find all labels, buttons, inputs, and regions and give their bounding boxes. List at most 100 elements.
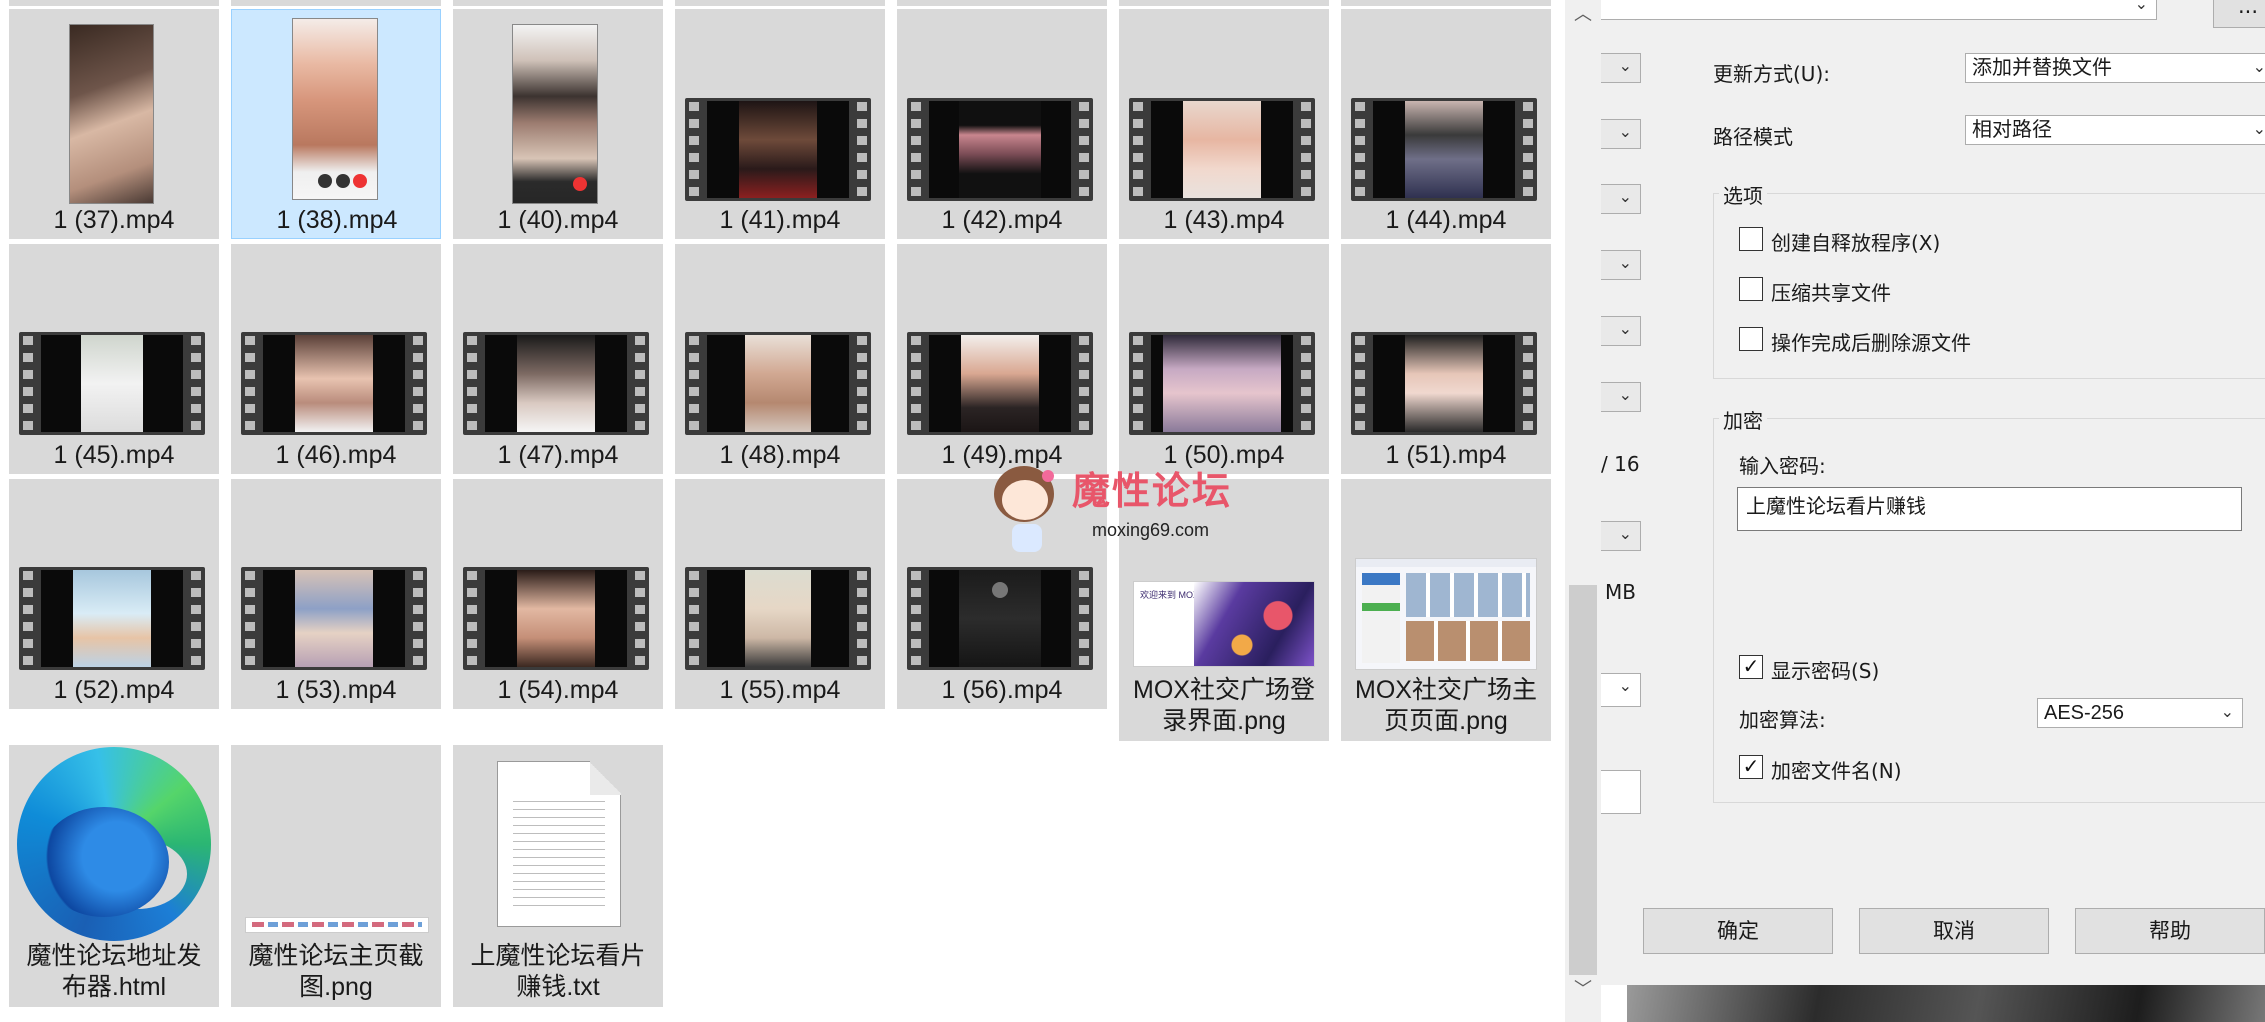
archive-name-combo[interactable]: ⌄ bbox=[1601, 0, 2157, 20]
encrypt-names-label[interactable]: 加密文件名(N) bbox=[1771, 755, 1902, 784]
chevron-down-icon: ⌄ bbox=[1618, 255, 1632, 272]
file-tile[interactable]: 1 (48).mp4 bbox=[675, 244, 885, 474]
cancel-button[interactable]: 取消 bbox=[1859, 908, 2049, 954]
file-name: 1 (53).mp4 bbox=[275, 676, 397, 704]
file-tile[interactable]: 1 (46).mp4 bbox=[231, 244, 441, 474]
file-name: 1 (51).mp4 bbox=[1385, 441, 1507, 469]
help-button[interactable]: 帮助 bbox=[2075, 908, 2265, 954]
file-tile[interactable]: 1 (55).mp4 bbox=[675, 479, 885, 709]
file-name: 1 (47).mp4 bbox=[497, 441, 619, 469]
volume-unit: MB bbox=[1605, 580, 1636, 604]
delete-source-checkbox[interactable] bbox=[1739, 327, 1763, 351]
chevron-down-icon: ⌄ bbox=[1618, 124, 1632, 141]
archive-dialog: ⌄ ... ⌄ ⌄ ⌄ ⌄ ⌄ ⌄ / 16 ⌄ MB ⌄ 更新方式(U): 添… bbox=[1601, 0, 2265, 985]
chevron-down-icon: ⌄ bbox=[1618, 189, 1632, 206]
desktop-background bbox=[1627, 985, 2265, 1022]
file-tile[interactable]: 上魔性论坛看片 赚钱.txt bbox=[453, 745, 663, 1007]
file-tile[interactable]: 1 (42).mp4 bbox=[897, 9, 1107, 239]
show-password-checkbox[interactable]: ✓ bbox=[1739, 655, 1763, 679]
encrypt-names-checkbox[interactable]: ✓ bbox=[1739, 755, 1763, 779]
left-combo[interactable]: ⌄ bbox=[1601, 316, 1641, 346]
file-name: 1 (50).mp4 bbox=[1163, 441, 1285, 469]
file-tile[interactable]: 1 (37).mp4 bbox=[9, 9, 219, 239]
image-thumbnail bbox=[245, 917, 429, 933]
password-input[interactable]: 上魔性论坛看片赚钱 bbox=[1737, 487, 2242, 531]
file-tile[interactable]: 欢迎来到 MOX MOX社交广场登 录界面.png bbox=[1119, 479, 1329, 741]
show-password-label[interactable]: 显示密码(S) bbox=[1771, 655, 1879, 684]
file-tile[interactable]: 1 (45).mp4 bbox=[9, 244, 219, 474]
path-mode-value: 相对路径 bbox=[1972, 119, 2052, 141]
file-tile[interactable]: 1 (49).mp4 bbox=[897, 244, 1107, 474]
file-tile[interactable]: 1 (41).mp4 bbox=[675, 9, 885, 239]
file-name: 上魔性论坛看片 赚钱.txt bbox=[470, 942, 646, 1001]
update-mode-select[interactable]: 添加并替换文件 ⌄ bbox=[1965, 53, 2265, 83]
file-tile[interactable]: 1 (47).mp4 bbox=[453, 244, 663, 474]
shared-checkbox[interactable] bbox=[1739, 277, 1763, 301]
file-explorer[interactable]: 1 (37).mp4 1 (38).mp4 1 (40).mp4 1 (41).… bbox=[0, 0, 1565, 1022]
call-end-icon bbox=[573, 177, 587, 191]
file-tile[interactable]: 1 (40).mp4 bbox=[453, 9, 663, 239]
banner-text: 欢迎来到 MOX bbox=[1140, 590, 1200, 600]
file-name: 1 (55).mp4 bbox=[719, 676, 841, 704]
left-combo[interactable]: ⌄ bbox=[1601, 119, 1641, 149]
encryption-title: 加密 bbox=[1719, 405, 1767, 434]
file-name: 1 (48).mp4 bbox=[719, 441, 841, 469]
password-label: 输入密码: bbox=[1739, 454, 1826, 478]
file-tile[interactable]: 1 (54).mp4 bbox=[453, 479, 663, 709]
file-tile[interactable]: 1 (53).mp4 bbox=[231, 479, 441, 709]
video-thumbnail bbox=[1351, 98, 1537, 201]
vertical-scrollbar[interactable]: ︿ ﹀ bbox=[1565, 0, 1601, 1022]
left-combo[interactable]: ⌄ bbox=[1601, 382, 1641, 412]
file-name: 1 (54).mp4 bbox=[497, 676, 619, 704]
shared-label[interactable]: 压缩共享文件 bbox=[1771, 277, 1891, 306]
file-name: 1 (45).mp4 bbox=[53, 441, 175, 469]
previous-row-edge bbox=[0, 0, 1551, 6]
left-combo[interactable]: ⌄ bbox=[1601, 184, 1641, 214]
file-tile[interactable]: 1 (52).mp4 bbox=[9, 479, 219, 709]
file-tile[interactable]: 1 (43).mp4 bbox=[1119, 9, 1329, 239]
video-thumbnail bbox=[907, 332, 1093, 435]
left-combo[interactable]: ⌄ bbox=[1601, 53, 1641, 83]
scroll-up-icon[interactable]: ︿ bbox=[1565, 0, 1601, 28]
file-name: MOX社交广场登 录界面.png bbox=[1133, 676, 1315, 735]
file-tile[interactable]: 魔性论坛主页截 图.png bbox=[231, 745, 441, 1007]
chevron-down-icon[interactable]: ⌄ bbox=[2135, 0, 2148, 19]
browse-button[interactable]: ... bbox=[2213, 0, 2265, 28]
sfx-label[interactable]: 创建自释放程序(X) bbox=[1771, 227, 1940, 256]
file-tile[interactable]: MOX社交广场主 页页面.png bbox=[1341, 479, 1551, 741]
scrollbar-thumb[interactable] bbox=[1569, 585, 1597, 975]
file-tile[interactable]: 1 (51).mp4 bbox=[1341, 244, 1551, 474]
file-name: 1 (37).mp4 bbox=[53, 206, 175, 234]
sfx-checkbox[interactable] bbox=[1739, 227, 1763, 251]
file-name: 1 (52).mp4 bbox=[53, 676, 175, 704]
ok-button[interactable]: 确定 bbox=[1643, 908, 1833, 954]
video-thumbnail bbox=[685, 98, 871, 201]
file-name: 1 (41).mp4 bbox=[719, 206, 841, 234]
delete-source-label[interactable]: 操作完成后删除源文件 bbox=[1771, 327, 1971, 356]
file-tile[interactable]: 1 (44).mp4 bbox=[1341, 9, 1551, 239]
file-tile[interactable]: 1 (56).mp4 bbox=[897, 479, 1107, 709]
path-mode-select[interactable]: 相对路径 ⌄ bbox=[1965, 115, 2265, 145]
algorithm-value: AES-256 bbox=[2044, 702, 2125, 724]
left-field[interactable] bbox=[1601, 770, 1641, 814]
video-thumbnail bbox=[463, 332, 649, 435]
video-thumbnail bbox=[1129, 332, 1315, 435]
file-name: 1 (44).mp4 bbox=[1385, 206, 1507, 234]
video-thumbnail bbox=[19, 567, 205, 670]
video-thumbnail bbox=[463, 567, 649, 670]
algorithm-select[interactable]: AES-256 ⌄ bbox=[2037, 698, 2243, 728]
file-tile-selected[interactable]: 1 (38).mp4 bbox=[231, 9, 441, 239]
left-combo[interactable]: ⌄ bbox=[1601, 673, 1641, 707]
file-tile[interactable]: 魔性论坛地址发 布器.html bbox=[9, 745, 219, 1007]
text-file-icon bbox=[497, 761, 621, 927]
edge-browser-icon bbox=[17, 747, 211, 941]
left-combo[interactable]: ⌄ bbox=[1601, 250, 1641, 280]
chevron-down-icon: ⌄ bbox=[1618, 387, 1632, 404]
video-thumbnail bbox=[907, 567, 1093, 670]
chevron-down-icon: ⌄ bbox=[2252, 59, 2265, 76]
threads-total: / 16 bbox=[1601, 452, 1640, 476]
video-thumbnail bbox=[69, 24, 154, 204]
file-tile[interactable]: 1 (50).mp4 bbox=[1119, 244, 1329, 474]
scroll-down-icon[interactable]: ﹀ bbox=[1565, 975, 1601, 1003]
left-combo[interactable]: ⌄ bbox=[1601, 521, 1641, 551]
